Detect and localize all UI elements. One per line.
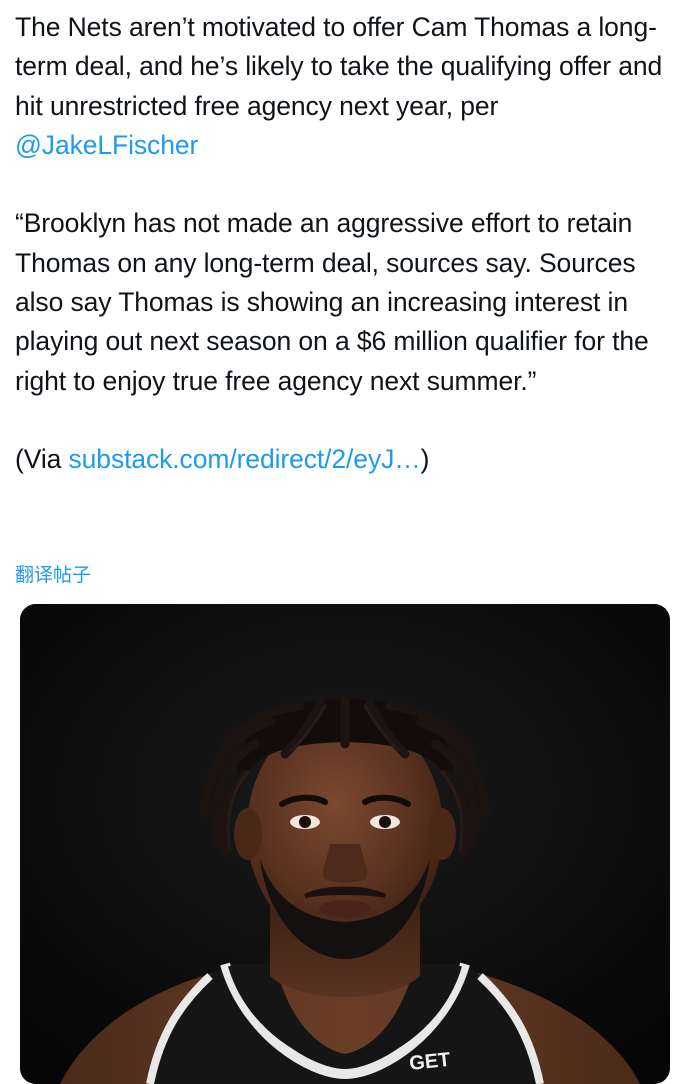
source-link[interactable]: substack.com/redirect/2/eyJ… xyxy=(69,444,421,474)
mention-link[interactable]: @JakeLFischer xyxy=(15,130,198,160)
tweet-text: The Nets aren’t motivated to offer Cam T… xyxy=(15,8,680,480)
player-photo: GET xyxy=(20,604,670,1084)
via-prefix: (Via xyxy=(15,444,69,475)
jersey-text: GET xyxy=(408,1049,451,1075)
tweet-media-image[interactable]: GET xyxy=(20,604,670,1084)
via-suffix: ) xyxy=(420,444,430,475)
tweet-text-1: The Nets aren’t motivated to offer Cam T… xyxy=(15,12,663,121)
translate-post-button[interactable]: 翻译帖子 xyxy=(15,560,91,587)
tweet-quote-paragraph: “Brooklyn has not made an aggressive eff… xyxy=(15,208,649,396)
tweet-source-paragraph: (Via substack.com/redirect/2/eyJ…) xyxy=(15,440,680,479)
tweet-paragraph-1: The Nets aren’t motivated to offer Cam T… xyxy=(15,8,680,165)
